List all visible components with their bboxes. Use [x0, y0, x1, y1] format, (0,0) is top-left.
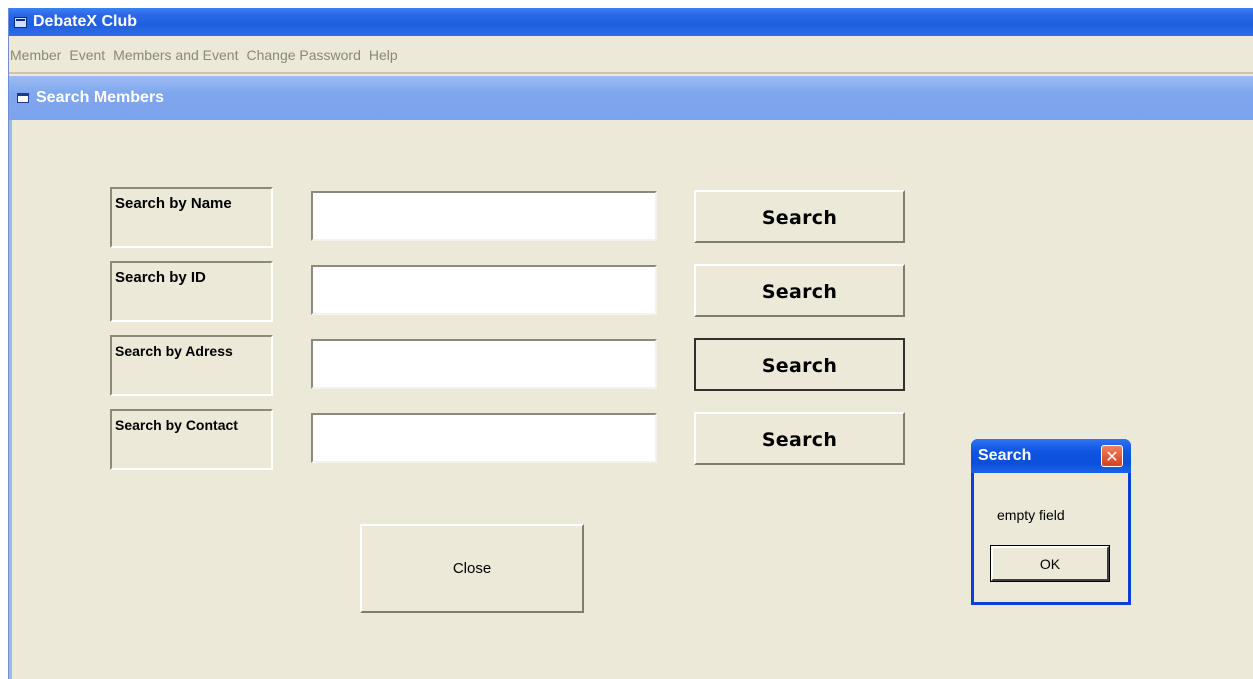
menu-member[interactable]: Member: [9, 47, 68, 63]
dialog-titlebar[interactable]: Search ✕: [971, 439, 1131, 473]
menu-event[interactable]: Event: [68, 47, 112, 63]
app-titlebar[interactable]: DebateX Club: [9, 8, 1253, 36]
adress-search-input[interactable]: [311, 339, 657, 389]
menu-bar: Member Event Members and Event Change Pa…: [9, 38, 1253, 74]
child-window-icon: [17, 93, 29, 103]
contact-search-input[interactable]: [311, 413, 657, 463]
label-search-by-contact: Search by Contact: [110, 409, 273, 470]
app-title: DebateX Club: [33, 13, 138, 30]
label-search-by-name: Search by Name: [110, 187, 273, 248]
search-by-contact-button[interactable]: Search: [694, 412, 905, 465]
child-title: Search Members: [36, 89, 165, 106]
menu-help[interactable]: Help: [368, 47, 405, 63]
dialog-message: empty field: [997, 507, 1065, 523]
search-by-adress-button[interactable]: Search: [694, 338, 905, 391]
label-search-by-adress: Search by Adress: [110, 335, 273, 396]
close-icon[interactable]: ✕: [1101, 445, 1123, 467]
search-by-name-button[interactable]: Search: [694, 190, 905, 243]
message-dialog: Search ✕ empty field OK: [971, 439, 1131, 605]
dialog-title: Search: [978, 447, 1032, 464]
name-search-input[interactable]: [311, 191, 657, 241]
search-by-id-button[interactable]: Search: [694, 264, 905, 317]
child-titlebar[interactable]: Search Members: [9, 76, 1253, 120]
id-search-input[interactable]: [311, 265, 657, 315]
close-button[interactable]: Close: [360, 524, 584, 613]
menu-change-password[interactable]: Change Password: [245, 47, 367, 63]
app-window-icon: [14, 16, 27, 28]
menu-members-and-event[interactable]: Members and Event: [112, 47, 245, 63]
ok-button[interactable]: OK: [990, 545, 1110, 582]
label-search-by-id: Search by ID: [110, 261, 273, 322]
